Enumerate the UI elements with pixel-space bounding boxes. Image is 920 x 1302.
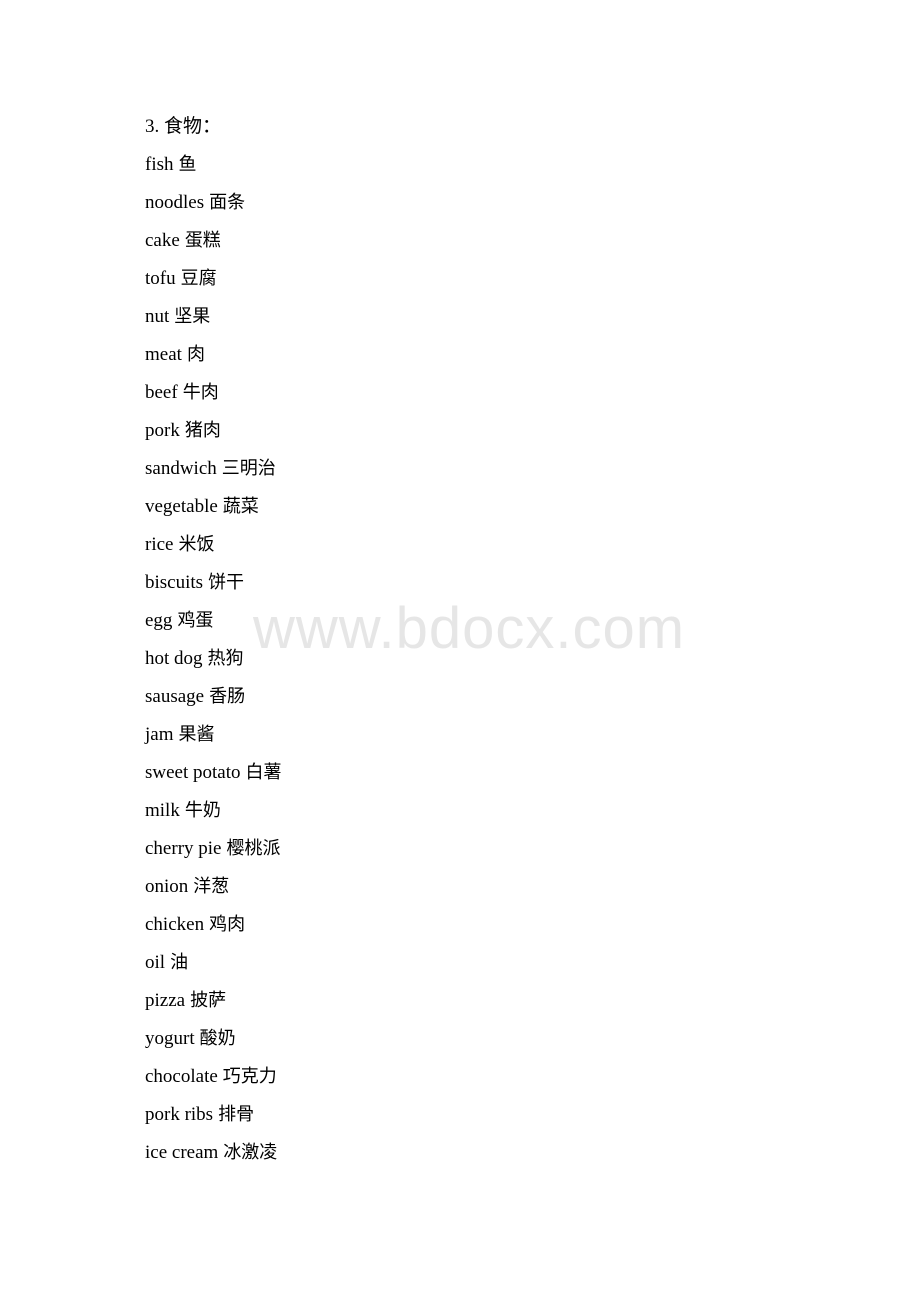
vocabulary-gloss: 排骨 <box>218 1104 255 1125</box>
vocabulary-term: fish <box>145 154 174 175</box>
document-page: www.bdocx.com 3. 食物： fish 鱼 noodles 面条 cake 蛋… <box>0 0 920 1302</box>
vocabulary-gloss: 冰激凌 <box>223 1142 278 1163</box>
vocabulary-term: ice cream <box>145 1142 219 1163</box>
vocabulary-term: tofu <box>145 268 176 289</box>
vocabulary-term: milk <box>145 800 180 821</box>
vocabulary-gloss: 三明治 <box>221 458 276 479</box>
vocabulary-term: cherry pie <box>145 838 222 859</box>
vocabulary-term: noodles <box>145 192 205 213</box>
vocabulary-term: chocolate <box>145 1066 218 1087</box>
vocabulary-entry: pork 猪肉 <box>145 412 845 450</box>
vocabulary-gloss: 白薯 <box>245 762 282 783</box>
vocabulary-gloss: 米饭 <box>178 534 215 555</box>
document-body: 3. 食物： fish 鱼 noodles 面条 cake 蛋糕 tofu 豆腐 nut 坚果 me… <box>145 108 845 1172</box>
vocabulary-entry: meat 肉 <box>145 336 845 374</box>
vocabulary-entry: chicken 鸡肉 <box>145 906 845 944</box>
vocabulary-term: sandwich <box>145 458 217 479</box>
vocabulary-gloss: 豆腐 <box>180 268 217 289</box>
vocabulary-term: pork <box>145 420 180 441</box>
vocabulary-term: jam <box>145 724 174 745</box>
vocabulary-term: meat <box>145 344 182 365</box>
vocabulary-term: rice <box>145 534 174 555</box>
vocabulary-gloss: 香肠 <box>209 686 246 707</box>
vocabulary-entry: fish 鱼 <box>145 146 845 184</box>
vocabulary-entry: onion 洋葱 <box>145 868 845 906</box>
vocabulary-gloss: 蔬菜 <box>222 496 259 517</box>
vocabulary-term: yogurt <box>145 1028 195 1049</box>
vocabulary-term: biscuits <box>145 572 204 593</box>
vocabulary-entry: oil 油 <box>145 944 845 982</box>
vocabulary-term: oil <box>145 952 166 973</box>
vocabulary-entry: yogurt 酸奶 <box>145 1020 845 1058</box>
vocabulary-entry: tofu 豆腐 <box>145 260 845 298</box>
vocabulary-gloss: 樱桃派 <box>226 838 281 859</box>
vocabulary-entry: pork ribs 排骨 <box>145 1096 845 1134</box>
vocabulary-entry: vegetable 蔬菜 <box>145 488 845 526</box>
vocabulary-term: pork ribs <box>145 1104 214 1125</box>
vocabulary-term: egg <box>145 610 173 631</box>
vocabulary-gloss: 肉 <box>186 344 205 365</box>
vocabulary-gloss: 洋葱 <box>193 876 230 897</box>
vocabulary-gloss: 果酱 <box>178 724 215 745</box>
vocabulary-gloss: 蛋糕 <box>184 230 221 251</box>
vocabulary-term: sweet potato <box>145 762 241 783</box>
vocabulary-gloss: 牛奶 <box>184 800 221 821</box>
vocabulary-entry: nut 坚果 <box>145 298 845 336</box>
vocabulary-gloss: 披萨 <box>190 990 227 1011</box>
vocabulary-entry: cake 蛋糕 <box>145 222 845 260</box>
vocabulary-entry: sweet potato 白薯 <box>145 754 845 792</box>
vocabulary-entry: sandwich 三明治 <box>145 450 845 488</box>
vocabulary-term: pizza <box>145 990 186 1011</box>
vocabulary-term: nut <box>145 306 170 327</box>
vocabulary-term: hot dog <box>145 648 203 669</box>
vocabulary-entry: rice 米饭 <box>145 526 845 564</box>
vocabulary-gloss: 鸡蛋 <box>177 610 214 631</box>
vocabulary-list: fish 鱼 noodles 面条 cake 蛋糕 tofu 豆腐 nut 坚果 meat 肉 beef… <box>145 146 845 1172</box>
vocabulary-entry: sausage 香肠 <box>145 678 845 716</box>
vocabulary-entry: chocolate 巧克力 <box>145 1058 845 1096</box>
vocabulary-entry: noodles 面条 <box>145 184 845 222</box>
vocabulary-gloss: 牛肉 <box>182 382 219 403</box>
vocabulary-entry: ice cream 冰激凌 <box>145 1134 845 1172</box>
vocabulary-term: cake <box>145 230 180 251</box>
vocabulary-entry: milk 牛奶 <box>145 792 845 830</box>
vocabulary-term: onion <box>145 876 189 897</box>
vocabulary-entry: hot dog 热狗 <box>145 640 845 678</box>
vocabulary-term: beef <box>145 382 178 403</box>
vocabulary-gloss: 酸奶 <box>199 1028 236 1049</box>
vocabulary-entry: egg 鸡蛋 <box>145 602 845 640</box>
vocabulary-entry: pizza 披萨 <box>145 982 845 1020</box>
vocabulary-gloss: 巧克力 <box>222 1066 277 1087</box>
vocabulary-gloss: 坚果 <box>174 306 211 327</box>
vocabulary-entry: biscuits 饼干 <box>145 564 845 602</box>
vocabulary-term: vegetable <box>145 496 218 517</box>
vocabulary-entry: jam 果酱 <box>145 716 845 754</box>
vocabulary-gloss: 饼干 <box>208 572 245 593</box>
vocabulary-gloss: 油 <box>170 952 189 973</box>
vocabulary-gloss: 猪肉 <box>184 420 221 441</box>
vocabulary-term: sausage <box>145 686 205 707</box>
vocabulary-gloss: 面条 <box>209 192 246 213</box>
vocabulary-term: chicken <box>145 914 205 935</box>
section-heading: 3. 食物： <box>145 116 222 137</box>
vocabulary-entry: beef 牛肉 <box>145 374 845 412</box>
vocabulary-entry: cherry pie 樱桃派 <box>145 830 845 868</box>
vocabulary-gloss: 热狗 <box>207 648 244 669</box>
vocabulary-gloss: 鸡肉 <box>209 914 246 935</box>
vocabulary-gloss: 鱼 <box>178 154 197 175</box>
